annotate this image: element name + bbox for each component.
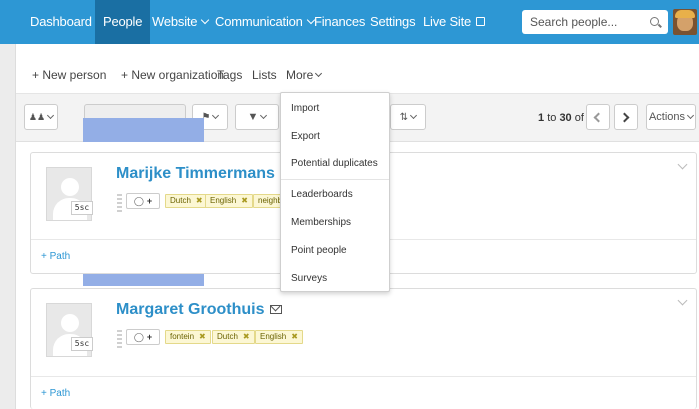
page-from: 1 (538, 112, 545, 124)
nav-communication[interactable]: Communication (215, 0, 315, 44)
people-subtoolbar: + New person + New organization Tags Lis… (16, 44, 699, 94)
top-navigation: Dashboard People Website Communication F… (0, 0, 699, 44)
tag-icon: ◯ (133, 332, 144, 342)
redacted-region (83, 118, 204, 142)
external-link-icon (476, 17, 486, 26)
person-silhouette-icon (61, 314, 79, 332)
chevron-right-icon (619, 112, 630, 123)
nav-live-site[interactable]: Live Site (423, 0, 486, 44)
tag-label: fontein (170, 332, 195, 341)
chevron-down-icon[interactable] (677, 159, 688, 170)
more-label: More (286, 68, 314, 82)
add-path-link[interactable]: + Path (41, 388, 70, 399)
lists-link[interactable]: Lists (252, 68, 277, 82)
tag-label: Dutch (170, 196, 191, 205)
chevron-left-icon (593, 112, 604, 123)
score-badge: 5sc (71, 337, 93, 351)
page-to-label: to (547, 112, 557, 124)
page-of-label: of (574, 112, 584, 124)
people-type-dropdown[interactable]: ♟♟ (24, 104, 58, 130)
tag-label: neighb (258, 196, 283, 205)
search-icon[interactable] (650, 17, 659, 26)
new-organization-link[interactable]: + New organization (121, 68, 224, 82)
people-group-icon: ♟♟ (28, 112, 46, 122)
chevron-down-icon (315, 69, 323, 78)
plus-icon: + (146, 196, 153, 206)
menu-item-surveys[interactable]: Surveys (291, 273, 327, 284)
tag-icon: ◯ (133, 196, 144, 206)
page-to: 30 (559, 112, 572, 124)
remove-tag-icon[interactable]: ✖ (196, 196, 203, 205)
drag-handle[interactable] (117, 194, 122, 212)
score-badge: 5sc (71, 201, 93, 215)
chevron-down-icon (201, 15, 210, 25)
tag-label: English (210, 196, 237, 205)
tag-chip[interactable]: English ✖ (205, 194, 253, 208)
tag-label: Dutch (217, 332, 238, 341)
nav-live-site-label: Live Site (423, 14, 472, 29)
nav-finances[interactable]: Finances (314, 0, 365, 44)
menu-item-potential-duplicates[interactable]: Potential duplicates (291, 158, 378, 169)
chevron-down-icon (686, 111, 695, 120)
nav-website-label: Website (152, 14, 198, 29)
chevron-down-icon (410, 111, 418, 120)
person-silhouette-icon (61, 178, 79, 196)
chevron-down-icon (212, 111, 220, 120)
previous-page-button[interactable] (586, 104, 610, 130)
next-page-button[interactable] (614, 104, 638, 130)
nav-settings[interactable]: Settings (370, 0, 416, 44)
remove-tag-icon[interactable]: ✖ (291, 332, 298, 341)
tags-link[interactable]: Tags (217, 68, 242, 82)
add-path-link[interactable]: + Path (41, 251, 70, 262)
person-name[interactable]: Marijke Timmermans (116, 165, 275, 182)
chevron-down-icon[interactable] (677, 295, 688, 306)
search-input[interactable] (522, 10, 668, 34)
more-dropdown-menu: Import Export Potential duplicates Leade… (280, 92, 390, 292)
remove-tag-icon[interactable]: ✖ (199, 332, 206, 341)
drag-handle[interactable] (117, 330, 122, 348)
tag-chip[interactable]: Dutch ✖ (165, 194, 208, 208)
email-icon[interactable] (270, 305, 283, 314)
nav-website[interactable]: Website (152, 0, 210, 44)
sort-icon: ⇅ (399, 112, 409, 123)
nav-communication-label: Communication (215, 14, 303, 29)
nav-dashboard[interactable]: Dashboard (30, 0, 92, 44)
person-name-link[interactable]: Marijke Timmermans (116, 165, 293, 183)
menu-item-leaderboards[interactable]: Leaderboards (291, 189, 353, 200)
menu-divider (281, 179, 389, 180)
person-card: 5sc Margaret Groothuis ◯ + fontein ✖ Dutch… (30, 288, 697, 409)
nav-people[interactable]: People (95, 0, 151, 44)
new-person-link[interactable]: + New person (32, 68, 106, 82)
remove-tag-icon[interactable]: ✖ (243, 332, 250, 341)
person-name-link[interactable]: Margaret Groothuis (116, 301, 283, 319)
actions-dropdown[interactable]: Actions (646, 104, 696, 130)
chevron-down-icon (47, 111, 55, 120)
sort-dropdown[interactable]: ⇅ (390, 104, 426, 130)
remove-tag-icon[interactable]: ✖ (241, 196, 248, 205)
chevron-down-icon (260, 111, 268, 120)
plus-icon: + (146, 332, 153, 342)
menu-item-memberships[interactable]: Memberships (291, 217, 351, 228)
add-tag-button[interactable]: ◯ + (126, 193, 160, 209)
menu-item-import[interactable]: Import (291, 103, 319, 114)
user-avatar[interactable] (673, 9, 697, 35)
more-menu-toggle[interactable]: More (286, 68, 323, 82)
funnel-icon: ▼ (247, 111, 259, 123)
tag-chip[interactable]: Dutch ✖ (212, 330, 255, 344)
menu-item-point-people[interactable]: Point people (291, 245, 347, 256)
filter-dropdown[interactable]: ▼ (235, 104, 279, 130)
menu-item-export[interactable]: Export (291, 131, 320, 142)
tag-chip[interactable]: fontein ✖ (165, 330, 211, 344)
tag-chip[interactable]: English ✖ (255, 330, 303, 344)
left-sidebar-strip (0, 44, 16, 409)
add-tag-button[interactable]: ◯ + (126, 329, 160, 345)
actions-label: Actions (648, 111, 686, 123)
card-footer: + Path (31, 376, 696, 409)
tag-label: English (260, 332, 287, 341)
person-name[interactable]: Margaret Groothuis (116, 301, 264, 318)
